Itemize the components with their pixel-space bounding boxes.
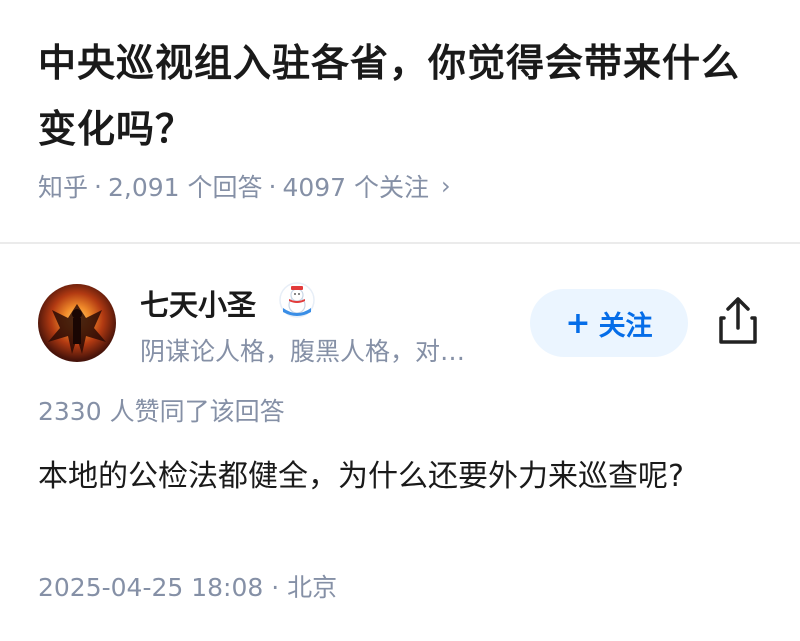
follow-label: 关注	[598, 310, 653, 342]
question-title: 中央巡视组入驻各省，你觉得会带来什么变化吗？	[38, 41, 741, 151]
avatar[interactable]	[38, 284, 116, 362]
snowman-badge-icon	[279, 282, 315, 318]
follower-count: 4097 个关注	[282, 173, 430, 202]
answer-count: 2,091 个回答	[107, 173, 263, 202]
meta-separator: ·	[268, 171, 277, 201]
follow-button[interactable]: + 关注	[530, 289, 688, 357]
meta-separator: ·	[271, 573, 280, 602]
answer-meta: 2025-04-25 18:08 · 北京	[38, 568, 337, 604]
author-bio: 阴谋论人格，腹黑人格，对…	[140, 337, 466, 366]
answer-timestamp: 2025-04-25 18:08	[38, 573, 264, 602]
chevron-right-icon[interactable]: ›	[441, 172, 451, 200]
source-label: 知乎	[38, 173, 89, 202]
section-divider	[0, 242, 800, 244]
answer-content[interactable]: 本地的公检法都健全，为什么还要外力来巡查呢?	[38, 448, 738, 506]
upvote-count: 2330 人赞同了该回答	[38, 397, 285, 426]
author-name[interactable]: 七天小圣	[140, 282, 256, 324]
answer-location: 北京	[287, 573, 338, 602]
meta-separator: ·	[94, 171, 102, 201]
question-meta[interactable]: 知乎 · 2,091 个回答 · 4097 个关注 ›	[38, 168, 451, 204]
share-icon[interactable]	[716, 296, 760, 346]
avatar-figure-icon	[48, 304, 106, 354]
plus-icon: +	[565, 305, 591, 341]
